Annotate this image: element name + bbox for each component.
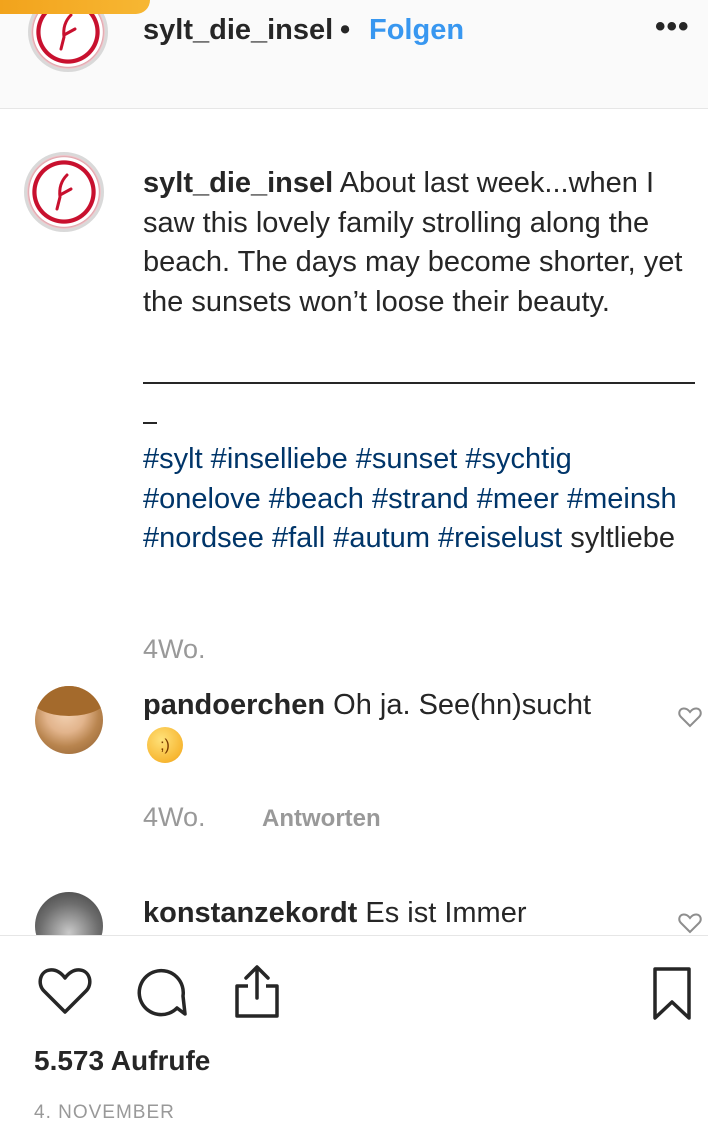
comment-text: Oh ja. See(hn)sucht bbox=[333, 689, 592, 721]
post-caption: sylt_die_insel About last week...when I … bbox=[143, 164, 703, 322]
caption-divider bbox=[143, 382, 695, 384]
post-date: 4. NOVEMBER bbox=[34, 1102, 175, 1123]
header-separator: • bbox=[340, 14, 351, 46]
view-count[interactable]: 5.573 Aufrufe bbox=[34, 1045, 210, 1077]
hashtag-plain-text: syltliebe bbox=[570, 522, 675, 554]
comment-icon[interactable] bbox=[133, 966, 189, 1020]
reply-button[interactable]: Antworten bbox=[262, 805, 381, 833]
comment: pandoerchen Oh ja. See(hn)sucht bbox=[143, 686, 623, 725]
hashtag-list[interactable]: #sylt #inselliebe #sunset #sychtig #onel… bbox=[143, 440, 683, 559]
follow-button[interactable]: Folgen bbox=[369, 14, 464, 47]
comment-timestamp: 4Wo. bbox=[143, 802, 206, 832]
commenter-avatar[interactable] bbox=[35, 686, 103, 754]
share-icon[interactable] bbox=[232, 964, 282, 1020]
caption-timestamp: 4Wo. bbox=[143, 634, 206, 664]
header-username[interactable]: sylt_die_insel bbox=[143, 14, 333, 47]
comment-username[interactable]: pandoerchen bbox=[143, 689, 325, 721]
brand-logo-icon bbox=[55, 173, 73, 211]
caption-username[interactable]: sylt_die_insel bbox=[143, 167, 333, 199]
action-bar: 5.573 Aufrufe 4. NOVEMBER bbox=[0, 935, 708, 1123]
comment-username[interactable]: konstanzekordt bbox=[143, 897, 357, 929]
bookmark-icon[interactable] bbox=[651, 966, 693, 1022]
caption-divider-tail bbox=[143, 422, 157, 424]
comment-text: Es ist Immer bbox=[365, 897, 527, 929]
post-header: sylt_die_insel • Folgen ••• bbox=[0, 0, 708, 109]
wink-emoji-icon: ;) bbox=[147, 727, 183, 763]
comment-like-heart-icon[interactable] bbox=[678, 912, 702, 934]
more-horizontal-icon[interactable]: ••• bbox=[655, 10, 690, 44]
caption-avatar[interactable] bbox=[24, 152, 104, 232]
comment-like-heart-icon[interactable] bbox=[678, 706, 702, 728]
comment: konstanzekordt Es ist Immer bbox=[143, 895, 623, 931]
corner-accent bbox=[0, 0, 150, 14]
heart-icon[interactable] bbox=[38, 966, 92, 1016]
